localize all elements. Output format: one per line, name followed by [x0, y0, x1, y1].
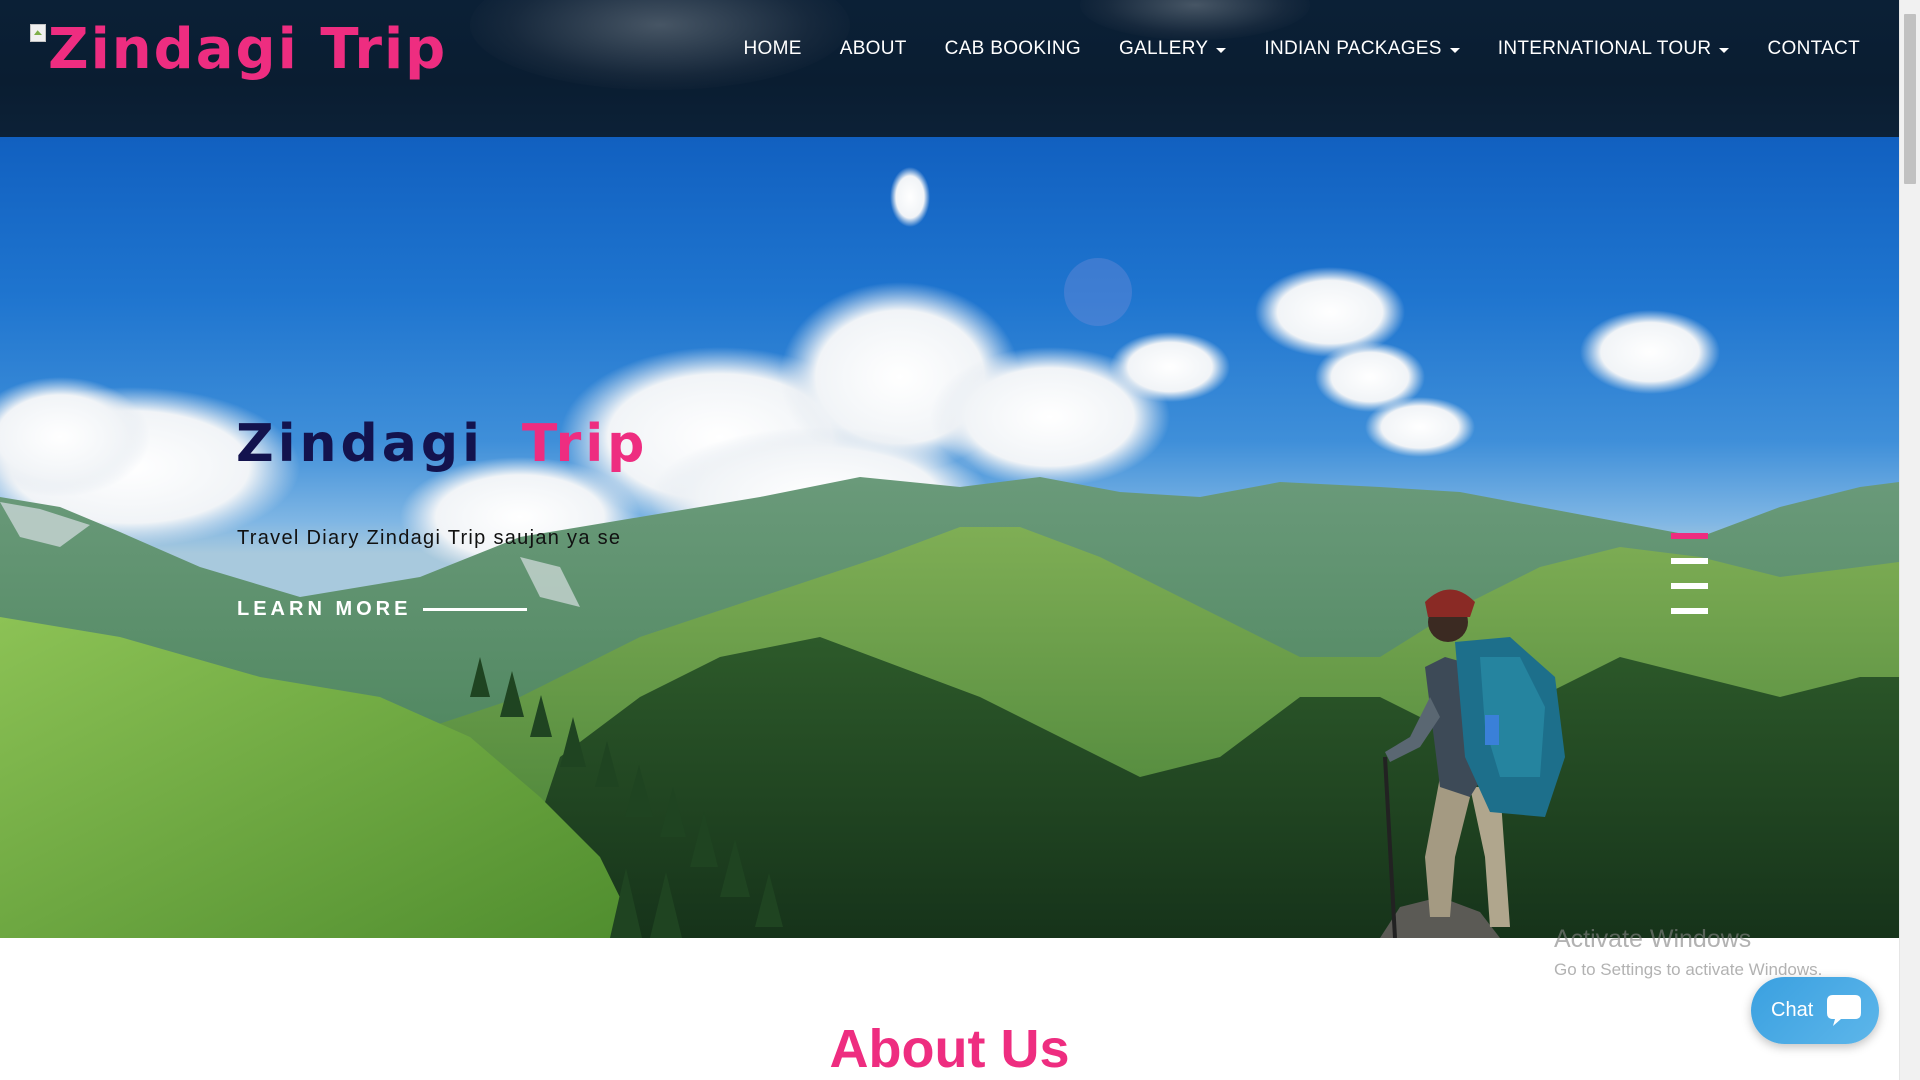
- broken-image-icon: [30, 24, 46, 42]
- scrollbar-thumb[interactable]: [1904, 14, 1916, 184]
- site-logo[interactable]: Zindagi Trip: [30, 14, 447, 84]
- about-us-heading: About Us: [829, 1019, 1070, 1079]
- slide-indicator-4[interactable]: [1671, 608, 1708, 614]
- learn-more-label: LEARN MORE: [237, 598, 412, 620]
- hero-subtitle: Travel Diary Zindagi Trip saujan ya se: [237, 527, 622, 549]
- caret-down-icon: [1216, 47, 1227, 53]
- nav-about[interactable]: ABOUT: [840, 38, 907, 60]
- slide-indicator-3[interactable]: [1671, 583, 1708, 589]
- hero-title-part2: Trip: [521, 414, 649, 474]
- logo-text: Zindagi Trip: [48, 16, 448, 82]
- nav-indian-packages-label: INDIAN PACKAGES: [1264, 38, 1442, 59]
- nav-indian-packages[interactable]: INDIAN PACKAGES: [1264, 38, 1460, 60]
- nav-international-tour[interactable]: INTERNATIONAL TOUR: [1498, 38, 1730, 60]
- chat-bubble-icon: [1827, 995, 1861, 1026]
- hero-slider: Zindagi Trip Travel Diary Zindagi Trip sa…: [0, 137, 1899, 938]
- nav-cab-booking[interactable]: CAB BOOKING: [945, 38, 1081, 60]
- nav-home[interactable]: HOME: [744, 38, 802, 60]
- main-nav: HOME ABOUT CAB BOOKING GALLERY INDIAN PA…: [744, 38, 1860, 60]
- header-cloud: [1080, 0, 1310, 40]
- nav-gallery[interactable]: GALLERY: [1119, 38, 1227, 60]
- nav-international-tour-label: INTERNATIONAL TOUR: [1497, 38, 1712, 59]
- nav-gallery-label: GALLERY: [1119, 38, 1209, 59]
- slider-indicators: [1671, 533, 1708, 633]
- chat-widget-button[interactable]: Chat: [1751, 977, 1879, 1044]
- nav-about-label: ABOUT: [839, 38, 907, 59]
- learn-more-underline: [423, 608, 528, 611]
- chat-label: Chat: [1771, 999, 1814, 1021]
- site-header: Zindagi Trip HOME ABOUT CAB BOOKING GALL…: [0, 0, 1899, 137]
- page-scrollbar[interactable]: [1899, 0, 1920, 1080]
- caret-down-icon: [1719, 47, 1730, 53]
- slide-indicator-1[interactable]: [1671, 533, 1708, 539]
- watermark-line1: Activate Windows: [1554, 925, 1752, 953]
- nav-home-label: HOME: [743, 38, 802, 59]
- slide-indicator-2[interactable]: [1671, 558, 1708, 564]
- nav-contact[interactable]: CONTACT: [1767, 38, 1860, 60]
- nav-contact-label: CONTACT: [1767, 38, 1860, 59]
- windows-activation-watermark: Activate Windows Go to Settings to activ…: [1554, 925, 1822, 980]
- nav-cab-booking-label: CAB BOOKING: [944, 38, 1081, 59]
- caret-down-icon: [1449, 47, 1460, 53]
- hero-title-part1: Zindagi: [236, 414, 484, 474]
- learn-more-button[interactable]: LEARN MORE: [237, 598, 528, 621]
- hero-title: Zindagi Trip: [236, 414, 648, 474]
